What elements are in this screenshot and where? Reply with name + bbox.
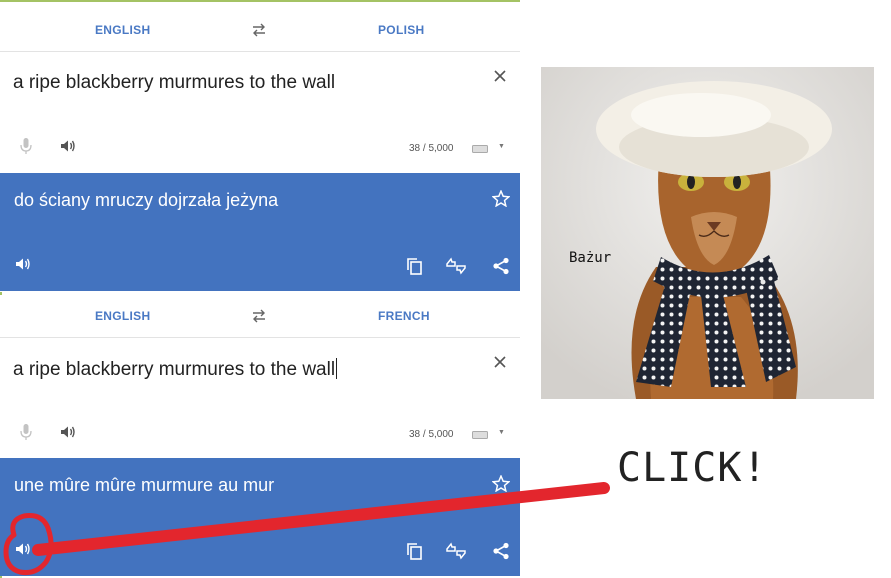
source-language-tab[interactable]: ENGLISH bbox=[95, 9, 150, 51]
star-icon[interactable] bbox=[492, 475, 510, 492]
source-text[interactable]: a ripe blackberry murmures to the wall bbox=[13, 72, 335, 94]
speaker-icon[interactable] bbox=[60, 139, 76, 153]
feedback-icon[interactable] bbox=[445, 257, 467, 275]
star-icon[interactable] bbox=[492, 190, 510, 207]
speaker-icon[interactable] bbox=[15, 257, 31, 271]
translation-text: do ściany mruczy dojrzała jeżyna bbox=[14, 190, 279, 210]
swap-icon[interactable] bbox=[250, 309, 268, 323]
keyboard-icon[interactable] bbox=[472, 145, 488, 153]
close-icon[interactable] bbox=[492, 354, 508, 370]
character-counter: 38 / 5,000 bbox=[409, 429, 454, 440]
mic-icon[interactable] bbox=[20, 423, 32, 441]
source-text[interactable]: a ripe blackberry murmures to the wall bbox=[13, 359, 335, 380]
translate-panel-polish: ENGLISH POLISH a ripe blackberry murmure… bbox=[0, 0, 520, 291]
speaker-icon[interactable] bbox=[15, 542, 31, 556]
text-caret bbox=[336, 358, 338, 379]
translation-text: une mûre mûre murmure au mur bbox=[14, 475, 275, 495]
cat-photo: Bażur bbox=[541, 67, 874, 399]
source-text-wrapper[interactable]: a ripe blackberry murmures to the wall bbox=[13, 358, 338, 381]
chevron-down-icon[interactable]: ▼ bbox=[498, 429, 505, 436]
feedback-icon[interactable] bbox=[445, 542, 467, 560]
speaker-icon[interactable] bbox=[60, 425, 76, 439]
source-language-tab[interactable]: ENGLISH bbox=[95, 295, 150, 337]
source-text-area[interactable]: a ripe blackberry murmures to the wall 3… bbox=[0, 52, 520, 172]
target-language-tab[interactable]: POLISH bbox=[378, 9, 424, 51]
mic-icon[interactable] bbox=[20, 137, 32, 155]
keyboard-icon[interactable] bbox=[472, 431, 488, 439]
character-counter: 38 / 5,000 bbox=[409, 143, 454, 154]
translation-area: do ściany mruczy dojrzała jeżyna bbox=[0, 173, 520, 291]
language-bar: ENGLISH FRENCH bbox=[0, 295, 520, 338]
copy-icon[interactable] bbox=[406, 257, 424, 275]
translation-area: une mûre mûre murmure au mur bbox=[0, 458, 520, 576]
chevron-down-icon[interactable]: ▼ bbox=[498, 143, 505, 150]
close-icon[interactable] bbox=[492, 68, 508, 84]
translate-panel-french: ENGLISH FRENCH a ripe blackberry murmure… bbox=[0, 295, 520, 578]
share-icon[interactable] bbox=[492, 257, 510, 275]
panel-top-edge bbox=[0, 0, 520, 2]
language-bar: ENGLISH POLISH bbox=[0, 9, 520, 52]
share-icon[interactable] bbox=[492, 542, 510, 560]
click-annotation: CLICK! bbox=[617, 445, 768, 491]
photo-caption: Bażur bbox=[569, 250, 612, 266]
copy-icon[interactable] bbox=[406, 542, 424, 560]
source-text-area[interactable]: a ripe blackberry murmures to the wall 3… bbox=[0, 338, 520, 458]
target-language-tab[interactable]: FRENCH bbox=[378, 295, 430, 337]
swap-icon[interactable] bbox=[250, 23, 268, 37]
